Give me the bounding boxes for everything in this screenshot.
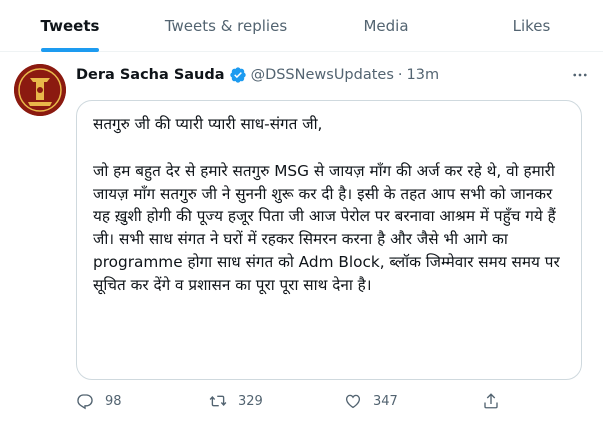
tweet-text-greeting: सतगुरु जी की प्यारी प्यारी साध-संगत जी,	[93, 115, 323, 133]
retweet-icon	[209, 395, 227, 407]
tweet-header: Dera Sacha Sauda @DSSNewsUpdates · 13m	[76, 64, 589, 86]
profile-tabs: Tweets Tweets & replies Media Likes	[0, 0, 603, 52]
like-count: 347	[373, 393, 398, 409]
tab-tweets[interactable]: Tweets	[0, 0, 140, 52]
tab-tweets-and-replies[interactable]: Tweets & replies	[140, 0, 312, 52]
tab-media[interactable]: Media	[312, 0, 460, 52]
tab-replies-label: Tweets & replies	[164, 17, 288, 35]
dera-sacha-sauda-logo-icon	[14, 64, 66, 116]
tweet-text-card: सतगुरु जी की प्यारी प्यारी साध-संगत जी, …	[76, 100, 582, 380]
author-name[interactable]: Dera Sacha Sauda	[76, 67, 225, 83]
reply-icon	[77, 394, 93, 410]
share-button[interactable]	[482, 392, 500, 410]
reply-count: 98	[105, 393, 122, 409]
tab-likes-label: Likes	[512, 17, 551, 35]
like-button[interactable]: 347	[344, 392, 398, 410]
tweet-actions: 98 329 347	[76, 388, 516, 414]
share-icon	[484, 393, 498, 409]
tweet-timestamp[interactable]: 13m	[407, 67, 440, 83]
retweet-count: 329	[238, 393, 263, 409]
separator-dot: ·	[397, 67, 403, 83]
active-tab-indicator	[41, 48, 99, 52]
tab-media-label: Media	[363, 17, 409, 35]
heart-icon	[345, 394, 361, 409]
verified-badge-icon	[229, 66, 247, 84]
tab-tweets-label: Tweets	[40, 17, 100, 35]
more-icon[interactable]	[571, 66, 589, 84]
tweet-text-body: जो हम बहुत देर से हमारे सतगुरु MSG से जा…	[93, 161, 560, 294]
avatar[interactable]	[14, 64, 66, 116]
reply-button[interactable]: 98	[76, 392, 122, 410]
author-handle[interactable]: @DSSNewsUpdates	[251, 67, 394, 83]
tab-likes[interactable]: Likes	[460, 0, 603, 52]
retweet-button[interactable]: 329	[209, 392, 263, 410]
